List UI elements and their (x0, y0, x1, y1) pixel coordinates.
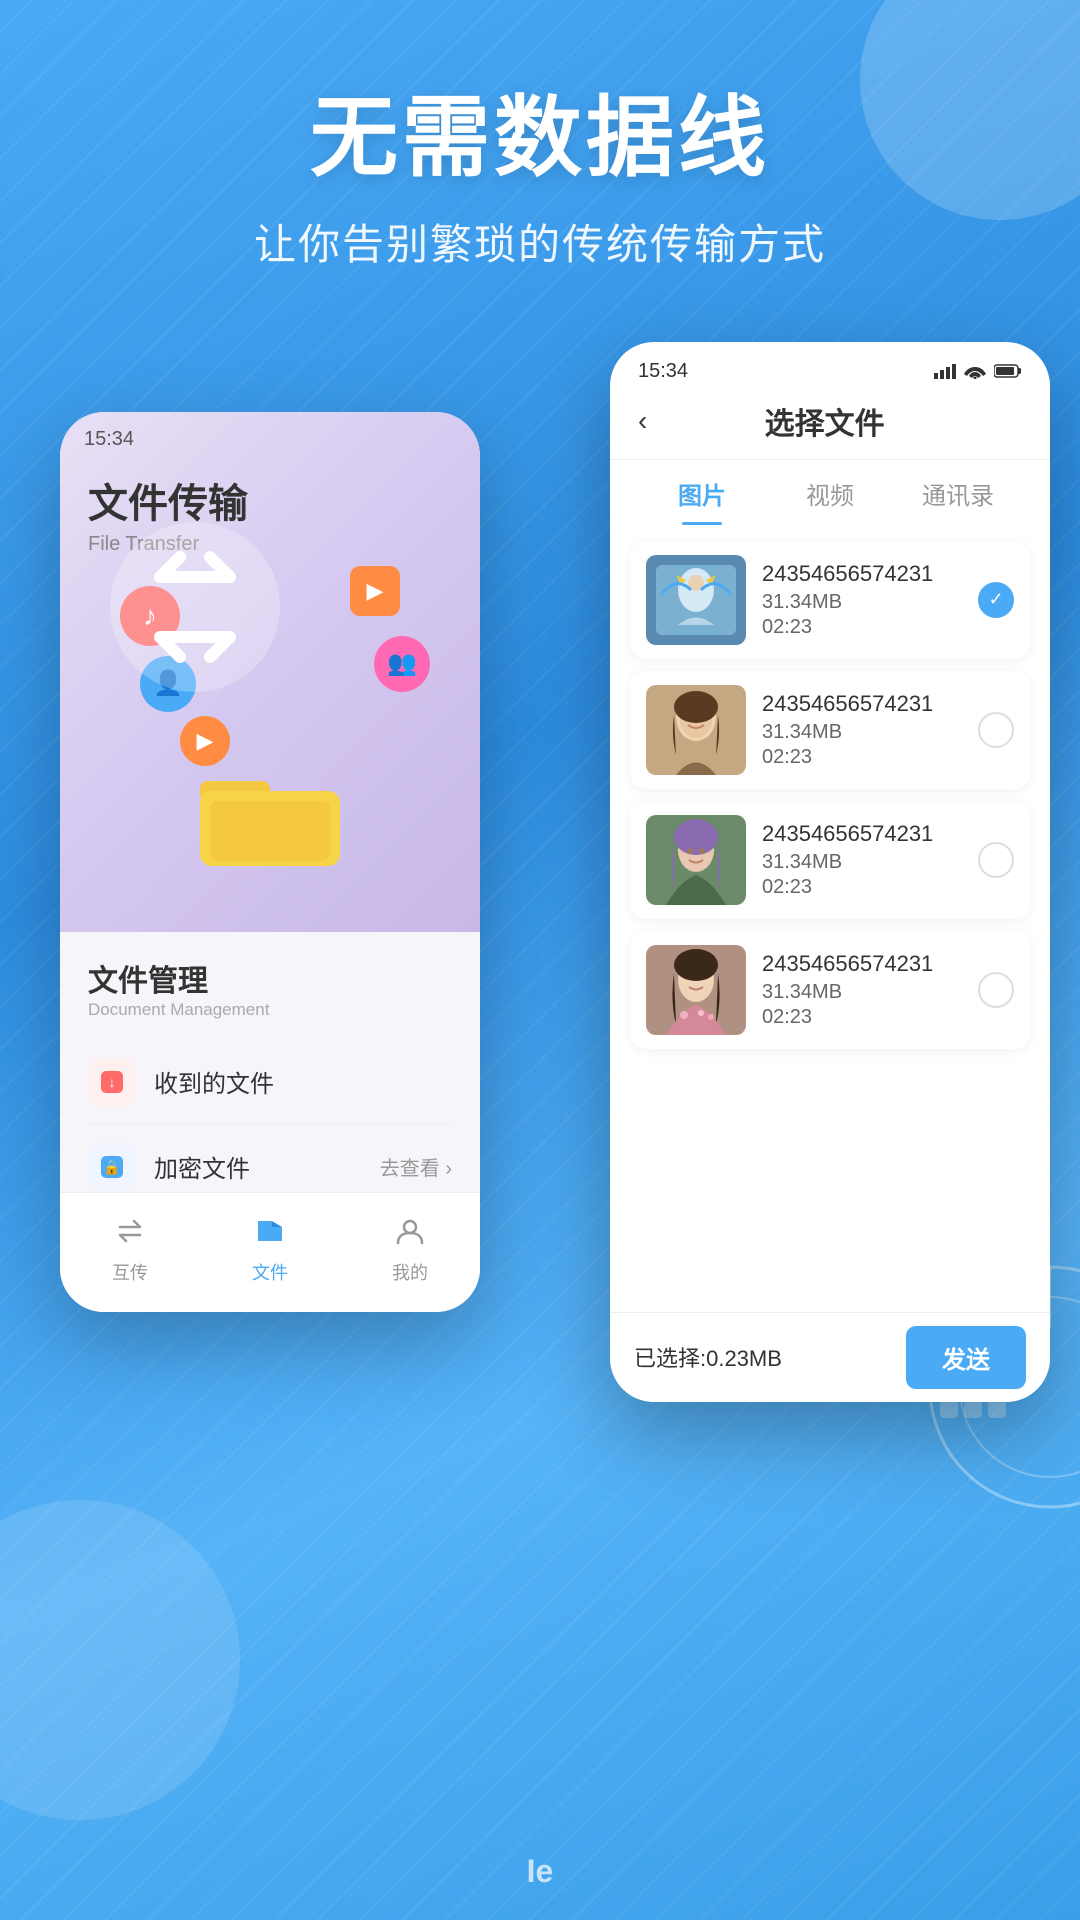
folder-icon (190, 751, 350, 876)
nav-files-label: 文件 (252, 1259, 288, 1285)
bottom-indicator: Ie (527, 1853, 554, 1890)
left-bottom-nav: 互传 文件 (60, 1192, 480, 1312)
file-mgmt-title-en: Document Management (88, 1000, 452, 1020)
encrypted-arrow: 去查看 › (380, 1152, 452, 1181)
nav-mine-icon (388, 1209, 432, 1253)
file-check-3[interactable] (978, 842, 1014, 878)
nav-transfer-icon (108, 1209, 152, 1253)
send-button[interactable]: 发送 (906, 1326, 1026, 1389)
right-header: ‹ 选择文件 (610, 383, 1050, 460)
main-title: 无需数据线 (0, 90, 1080, 187)
file-info-1: 24354656574231 31.34MB 02:23 (762, 561, 968, 639)
file-size-3: 31.34MB (762, 851, 968, 874)
file-check-4[interactable] (978, 972, 1014, 1008)
file-info-3: 24354656574231 31.34MB 02:23 (762, 821, 968, 899)
file-list: 24354656574231 31.34MB 02:23 ✓ (610, 525, 1050, 1077)
file-duration-2: 02:23 (762, 746, 968, 769)
received-icon: ↓ (88, 1058, 136, 1106)
sub-title: 让你告别繁琐的传统传输方式 (0, 211, 1080, 272)
nav-transfer-label: 互传 (112, 1259, 148, 1285)
right-time: 15:34 (638, 360, 688, 383)
encrypted-icon: 🔒 (88, 1143, 136, 1191)
svg-text:🔒: 🔒 (103, 1159, 120, 1176)
file-check-1[interactable]: ✓ (978, 582, 1014, 618)
tab-videos[interactable]: 视频 (766, 476, 894, 525)
phone-right: 15:34 (610, 342, 1050, 1402)
nav-item-files[interactable]: 文件 (248, 1209, 292, 1285)
file-duration-1: 02:23 (762, 616, 968, 639)
left-status-bar: 15:34 (60, 412, 480, 451)
thumb-1 (646, 555, 746, 645)
file-name-4: 24354656574231 (762, 951, 968, 977)
bottom-indicator-text: Ie (527, 1853, 554, 1889)
file-info-4: 24354656574231 31.34MB 02:23 (762, 951, 968, 1029)
file-name-3: 24354656574231 (762, 821, 968, 847)
svg-text:↓: ↓ (109, 1074, 116, 1090)
file-item-4[interactable]: 24354656574231 31.34MB 02:23 (630, 931, 1030, 1049)
status-icons (934, 363, 1022, 379)
thumb-4 (646, 945, 746, 1035)
back-button[interactable]: ‹ (638, 405, 647, 437)
nav-mine-label: 我的 (392, 1259, 428, 1285)
nav-item-transfer[interactable]: 互传 (108, 1209, 152, 1285)
file-name-2: 24354656574231 (762, 691, 968, 717)
nav-files-icon (248, 1209, 292, 1253)
file-size-2: 31.34MB (762, 721, 968, 744)
file-item-1[interactable]: 24354656574231 31.34MB 02:23 ✓ (630, 541, 1030, 659)
file-item-3[interactable]: 24354656574231 31.34MB 02:23 (630, 801, 1030, 919)
file-name-1: 24354656574231 (762, 561, 968, 587)
file-mgmt-title-cn: 文件管理 (88, 956, 452, 1000)
file-check-2[interactable] (978, 712, 1014, 748)
left-time: 15:34 (84, 428, 134, 451)
thumb-3 (646, 815, 746, 905)
send-bar: 已选择:0.23MB 发送 (610, 1312, 1050, 1402)
tab-pictures[interactable]: 图片 (638, 476, 766, 525)
file-mgmt-item-received[interactable]: ↓ 收到的文件 (88, 1040, 452, 1125)
nav-item-mine[interactable]: 我的 (388, 1209, 432, 1285)
header-section: 无需数据线 让你告别繁琐的传统传输方式 (0, 0, 1080, 272)
encrypted-label: 加密文件 (154, 1149, 380, 1184)
received-label: 收到的文件 (154, 1064, 452, 1099)
transfer-icon (100, 512, 290, 702)
tabs-row: 图片 视频 通讯录 (610, 460, 1050, 525)
video-bubble: ▶ (350, 566, 400, 616)
file-size-1: 31.34MB (762, 591, 968, 614)
file-size-4: 31.34MB (762, 981, 968, 1004)
right-header-title: 选择文件 (667, 399, 982, 443)
tab-contacts[interactable]: 通讯录 (894, 476, 1022, 525)
file-item-2[interactable]: 24354656574231 31.34MB 02:23 (630, 671, 1030, 789)
file-duration-4: 02:23 (762, 1006, 968, 1029)
contact-bubble: 👥 (374, 636, 430, 692)
file-info-2: 24354656574231 31.34MB 02:23 (762, 691, 968, 769)
file-duration-3: 02:23 (762, 876, 968, 899)
phones-container: 15:34 文件传输 File Transfer ♪ ▶ (0, 332, 1080, 1712)
right-status-bar: 15:34 (610, 342, 1050, 383)
thumb-2 (646, 685, 746, 775)
selected-size: 已选择:0.23MB (634, 1341, 782, 1373)
